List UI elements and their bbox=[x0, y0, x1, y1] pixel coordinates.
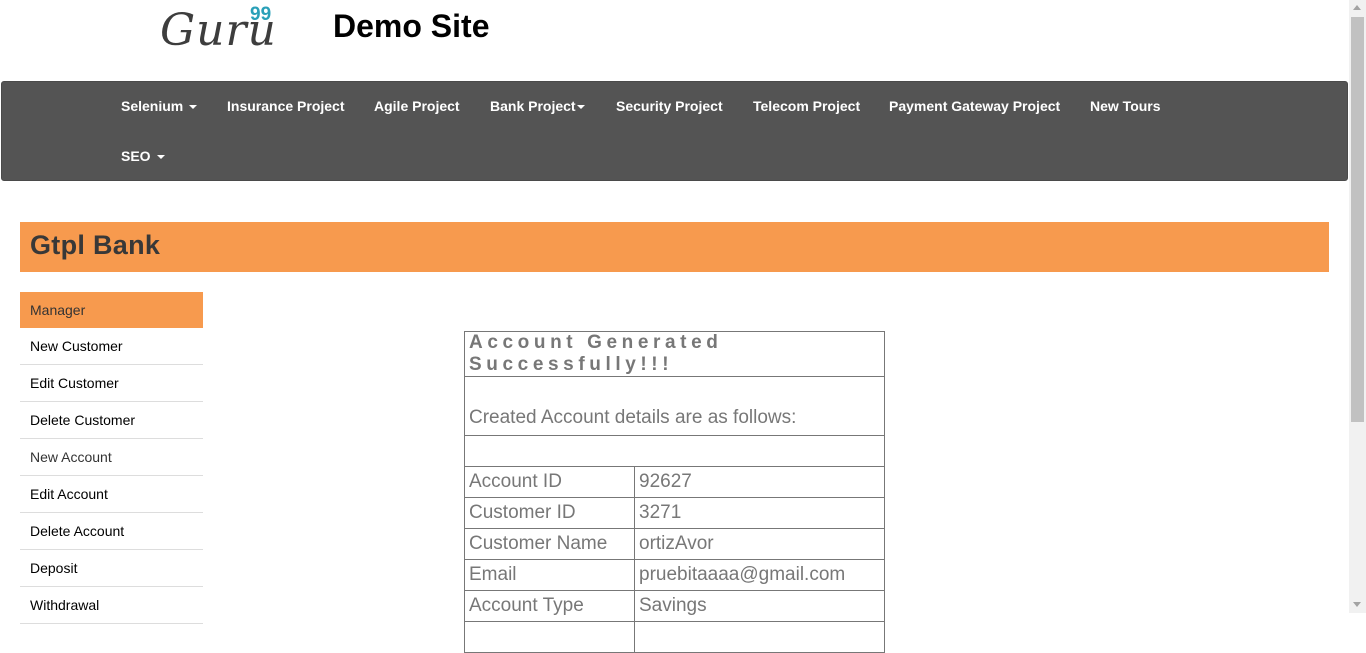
nav-selenium-label: Selenium bbox=[121, 98, 184, 114]
nav-seo[interactable]: SEO bbox=[121, 148, 165, 164]
nav-agile-project[interactable]: Agile Project bbox=[374, 98, 460, 114]
table-row: Account Generated Successfully!!! bbox=[464, 331, 885, 377]
nav-bank-project[interactable]: Bank Project bbox=[490, 98, 585, 114]
sidebar-menu: Manager New Customer Edit Customer Delet… bbox=[20, 292, 203, 624]
vertical-scrollbar[interactable] bbox=[1349, 0, 1366, 613]
account-details-table: Account Generated Successfully!!! Create… bbox=[464, 331, 885, 653]
table-row: Customer ID 3271 bbox=[464, 497, 885, 529]
scrollbar-thumb[interactable] bbox=[1351, 17, 1364, 422]
nav-insurance-project[interactable]: Insurance Project bbox=[227, 98, 345, 114]
customer-name-label: Customer Name bbox=[464, 528, 635, 560]
account-id-label: Account ID bbox=[464, 466, 635, 498]
email-label: Email bbox=[464, 559, 635, 591]
sidebar-item-edit-customer[interactable]: Edit Customer bbox=[20, 365, 203, 402]
spacer-cell bbox=[464, 435, 885, 467]
scroll-up-icon[interactable] bbox=[1353, 5, 1361, 10]
nav-selenium[interactable]: Selenium bbox=[121, 98, 198, 114]
site-title: Demo Site bbox=[333, 8, 490, 44]
sidebar-item-manager[interactable]: Manager bbox=[20, 292, 203, 328]
table-row bbox=[464, 435, 885, 467]
bank-header: Gtpl Bank bbox=[20, 222, 1329, 272]
next-row-label bbox=[464, 621, 635, 653]
details-heading: Created Account details are as follows: bbox=[464, 376, 885, 436]
caret-down-icon bbox=[156, 155, 165, 160]
sidebar-item-delete-account[interactable]: Delete Account bbox=[20, 513, 203, 550]
table-row bbox=[464, 621, 885, 653]
account-type-label: Account Type bbox=[464, 590, 635, 622]
table-row: Created Account details are as follows: bbox=[464, 376, 885, 436]
customer-id-label: Customer ID bbox=[464, 497, 635, 529]
nav-seo-label: SEO bbox=[121, 148, 151, 164]
nav-payment-gateway-project[interactable]: Payment Gateway Project bbox=[889, 98, 1060, 114]
bank-title: Gtpl Bank bbox=[30, 230, 161, 260]
table-row: Customer Name ortizAvor bbox=[464, 528, 885, 560]
next-row-value bbox=[634, 621, 885, 653]
account-id-value: 92627 bbox=[634, 466, 885, 498]
email-value: pruebitaaaa@gmail.com bbox=[634, 559, 885, 591]
nav-security-project[interactable]: Security Project bbox=[616, 98, 723, 114]
sidebar-item-new-account[interactable]: New Account bbox=[20, 439, 203, 476]
sidebar-item-edit-account[interactable]: Edit Account bbox=[20, 476, 203, 513]
table-row: Account ID 92627 bbox=[464, 466, 885, 498]
nav-bank-project-label: Bank Project bbox=[490, 98, 576, 114]
scroll-down-icon[interactable] bbox=[1353, 602, 1361, 607]
table-row: Email pruebitaaaa@gmail.com bbox=[464, 559, 885, 591]
sidebar-item-delete-customer[interactable]: Delete Customer bbox=[20, 402, 203, 439]
customer-name-value: ortizAvor bbox=[634, 528, 885, 560]
caret-down-icon bbox=[576, 105, 585, 110]
main-navbar: Selenium Insurance Project Agile Project… bbox=[1, 81, 1348, 181]
success-message: Account Generated Successfully!!! bbox=[464, 331, 885, 377]
nav-telecom-project[interactable]: Telecom Project bbox=[753, 98, 860, 114]
table-row: Account Type Savings bbox=[464, 590, 885, 622]
account-type-value: Savings bbox=[634, 590, 885, 622]
nav-new-tours[interactable]: New Tours bbox=[1090, 98, 1161, 114]
customer-id-value: 3271 bbox=[634, 497, 885, 529]
caret-down-icon bbox=[189, 105, 198, 110]
sidebar-item-deposit[interactable]: Deposit bbox=[20, 550, 203, 587]
sidebar-item-withdrawal[interactable]: Withdrawal bbox=[20, 587, 203, 624]
logo-superscript: 99 bbox=[250, 4, 272, 25]
sidebar-item-new-customer[interactable]: New Customer bbox=[20, 328, 203, 365]
